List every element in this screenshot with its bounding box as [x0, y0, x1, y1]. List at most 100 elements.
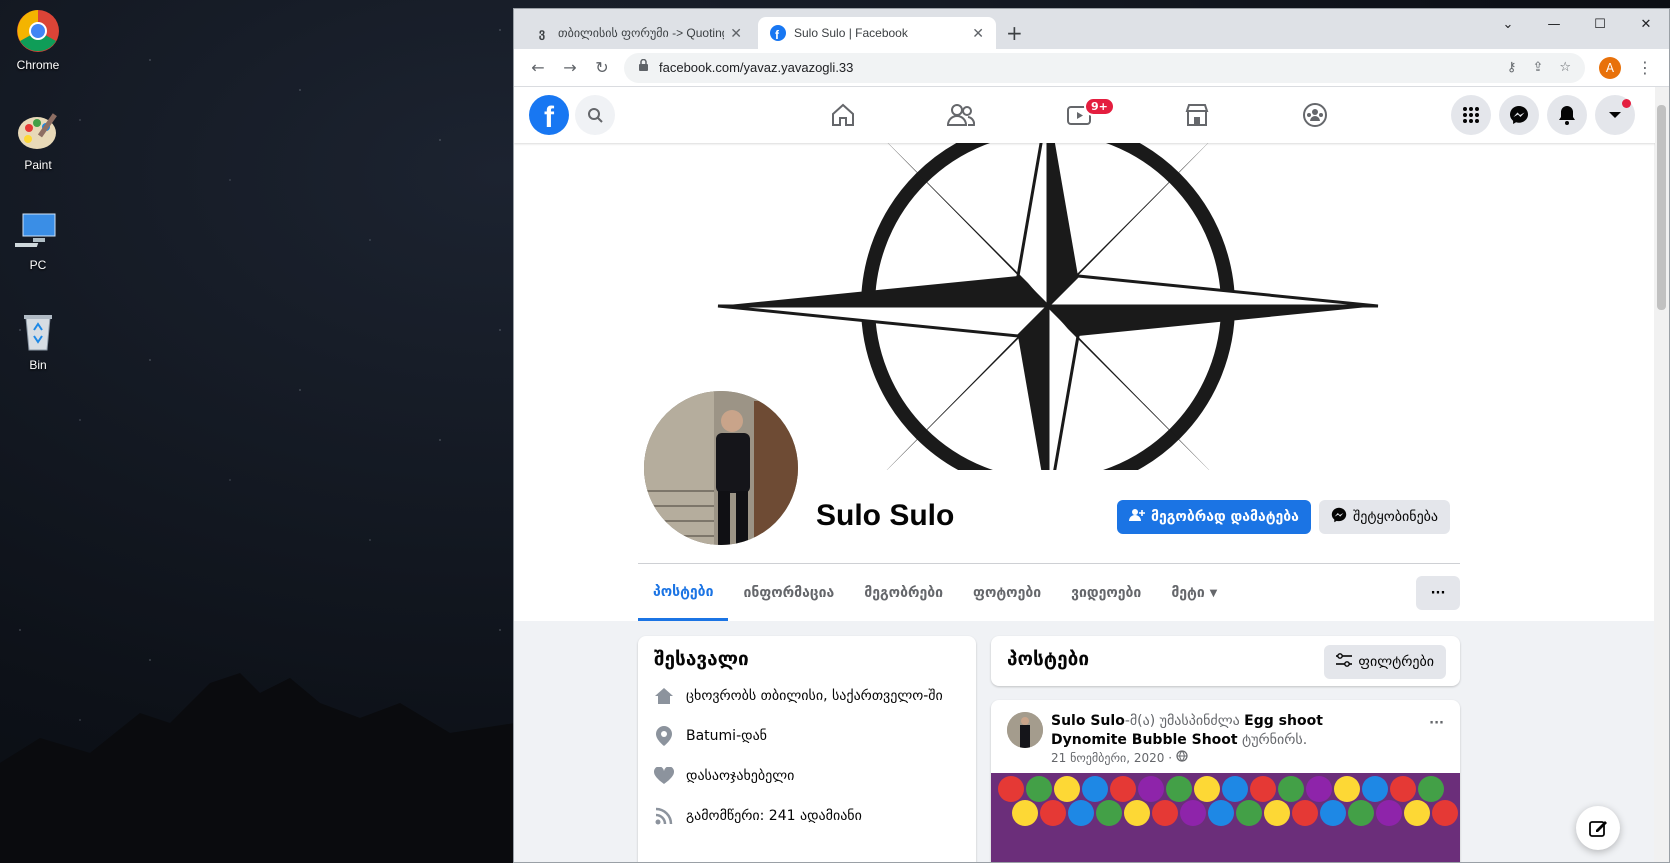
- post-menu-button[interactable]: ···: [1429, 716, 1444, 731]
- back-icon[interactable]: ←: [522, 52, 554, 84]
- post-header-text: Sulo Sulo-მ(ა) უმასპინძლა Egg shoot Dyno…: [1051, 712, 1391, 750]
- profile-tabs: პოსტები ინფორმაცია მეგობრები ფოტოები ვიდ…: [638, 565, 1232, 621]
- facebook-center-nav: 9+: [784, 87, 1374, 143]
- tab-title: Sulo Sulo | Facebook: [794, 26, 908, 40]
- star-icon[interactable]: ☆: [1559, 60, 1571, 75]
- scrollbar-thumb[interactable]: [1657, 105, 1666, 310]
- minimize-icon[interactable]: —: [1531, 9, 1577, 39]
- profile-avatar[interactable]: A: [1599, 56, 1621, 79]
- desktop-icon-pc[interactable]: PC: [6, 208, 68, 272]
- tab-about[interactable]: ინფორმაცია: [728, 565, 849, 621]
- address-bar: ← → ↻ facebook.com/yavaz.yavazogli.33 ⚷ …: [514, 49, 1669, 87]
- facebook-page: f 9+ Sulo Sulo მეგობრად დამატება შეტყობი…: [514, 87, 1655, 862]
- forward-icon[interactable]: →: [554, 52, 586, 84]
- add-friend-button[interactable]: მეგობრად დამატება: [1117, 500, 1311, 534]
- marketplace-nav-icon[interactable]: [1138, 87, 1256, 143]
- messenger-icon[interactable]: [1499, 95, 1539, 135]
- home-icon: [654, 686, 674, 706]
- rss-icon: [654, 806, 674, 826]
- tab-friends[interactable]: მეგობრები: [849, 565, 958, 621]
- notifications-bell-icon[interactable]: [1547, 95, 1587, 135]
- message-label: შეტყობინება: [1353, 509, 1439, 525]
- close-window-icon[interactable]: ✕: [1623, 9, 1669, 39]
- omnibox[interactable]: facebook.com/yavaz.yavazogli.33 ⚷ ⇪ ☆: [624, 52, 1585, 83]
- new-tab-icon[interactable]: +: [1006, 21, 1023, 45]
- notification-badge: 9+: [1084, 97, 1115, 116]
- globe-icon: [1176, 750, 1188, 765]
- desktop-icon-paint[interactable]: Paint: [8, 108, 68, 172]
- intro-card: შესავალი ცხოვრობს თბილისი, საქართველო-ში…: [638, 636, 976, 862]
- new-message-compose-icon[interactable]: [1576, 806, 1620, 850]
- watch-nav-icon[interactable]: 9+: [1020, 87, 1138, 143]
- facebook-top-nav: f 9+: [514, 87, 1655, 143]
- desktop-icon-label: Paint: [24, 158, 52, 172]
- maximize-icon[interactable]: ☐: [1577, 9, 1623, 39]
- tab-facebook[interactable]: f Sulo Sulo | Facebook ✕: [758, 17, 996, 49]
- chevron-down-icon[interactable]: ⌄: [1485, 9, 1531, 39]
- intro-item-text: Batumi-დან: [686, 728, 767, 744]
- tab-more-label: მეტი: [1171, 585, 1205, 601]
- reload-icon[interactable]: ↻: [586, 52, 618, 84]
- share-icon[interactable]: ⇪: [1532, 60, 1543, 75]
- account-caret-icon[interactable]: [1595, 95, 1635, 135]
- intro-item-text: დასაოჯახებელი: [686, 768, 795, 784]
- post-action-suffix: ტურნირს.: [1237, 732, 1308, 748]
- location-pin-icon: [654, 726, 674, 746]
- mountain-silhouette: [0, 673, 515, 863]
- intro-item: Batumi-დან: [654, 716, 960, 756]
- computer-icon: [6, 208, 61, 254]
- intro-title: შესავალი: [654, 648, 749, 670]
- search-icon[interactable]: [575, 95, 615, 135]
- close-icon[interactable]: ✕: [972, 25, 984, 42]
- tab-videos[interactable]: ვიდეოები: [1056, 565, 1156, 621]
- tab-strip: ვ თბილისის ფორუმი -> Quoting ✕ f Sulo Su…: [514, 9, 1669, 49]
- lock-icon: [638, 58, 649, 76]
- desktop-icon-chrome[interactable]: Chrome: [8, 8, 68, 72]
- friends-nav-icon[interactable]: [902, 87, 1020, 143]
- tab-more[interactable]: მეტი ▼: [1156, 565, 1232, 621]
- desktop-icon-label: Bin: [29, 358, 47, 372]
- intro-item: დასაოჯახებელი: [654, 756, 960, 796]
- url-text: facebook.com/yavaz.yavazogli.33: [659, 60, 854, 75]
- messenger-icon: [1331, 507, 1347, 527]
- chrome-icon: [15, 8, 61, 54]
- post-card: Sulo Sulo-მ(ა) უმასპინძლა Egg shoot Dyno…: [991, 700, 1460, 862]
- heart-icon: [654, 766, 674, 786]
- desktop-icon-label: PC: [29, 258, 47, 272]
- post-game-image[interactable]: [991, 773, 1460, 862]
- filters-button[interactable]: ფილტრები: [1324, 645, 1446, 679]
- home-nav-icon[interactable]: [784, 87, 902, 143]
- filter-sliders-icon: [1336, 653, 1353, 671]
- close-icon[interactable]: ✕: [730, 25, 742, 42]
- menu-kebab-icon[interactable]: ⋮: [1629, 52, 1661, 84]
- desktop-icon-bin[interactable]: Bin: [8, 308, 68, 372]
- message-button[interactable]: შეტყობინება: [1319, 500, 1451, 534]
- intro-item-text: ცხოვრობს თბილისი, საქართველო-ში: [686, 688, 943, 704]
- tab-photos[interactable]: ფოტოები: [958, 565, 1056, 621]
- post-date[interactable]: 21 ნოემბერი, 2020 ·: [1051, 751, 1172, 765]
- tab-forum[interactable]: ვ თბილისის ფორუმი -> Quoting ✕: [522, 17, 754, 49]
- profile-avatar-photo[interactable]: [640, 387, 802, 549]
- posts-header-card: პოსტები ფილტრები: [991, 636, 1460, 686]
- post-author-name[interactable]: Sulo Sulo: [1051, 713, 1125, 729]
- facebook-logo-icon[interactable]: f: [529, 95, 569, 135]
- post-action-text: -მ(ა) უმასპინძლა: [1124, 713, 1245, 729]
- profile-more-button[interactable]: ···: [1416, 576, 1460, 610]
- groups-nav-icon[interactable]: [1256, 87, 1374, 143]
- add-friend-icon: [1129, 508, 1145, 526]
- header-divider: [638, 563, 1460, 564]
- post-author-avatar[interactable]: [1007, 712, 1043, 748]
- facebook-right-nav: [1451, 95, 1635, 135]
- profile-name: Sulo Sulo: [816, 499, 955, 532]
- page-scrollbar[interactable]: [1654, 87, 1669, 862]
- add-friend-label: მეგობრად დამატება: [1151, 509, 1299, 525]
- tab-posts[interactable]: პოსტები: [638, 565, 729, 621]
- desktop-icon-label: Chrome: [16, 58, 60, 72]
- key-icon[interactable]: ⚷: [1507, 60, 1517, 75]
- window-controls: ⌄ — ☐ ✕: [1485, 9, 1669, 39]
- paint-icon: [15, 108, 61, 154]
- alert-dot: [1622, 99, 1631, 108]
- menu-grid-icon[interactable]: [1451, 95, 1491, 135]
- filters-label: ფილტრები: [1358, 654, 1434, 670]
- intro-item-text: გამომწერი: 241 ადამიანი: [686, 808, 862, 824]
